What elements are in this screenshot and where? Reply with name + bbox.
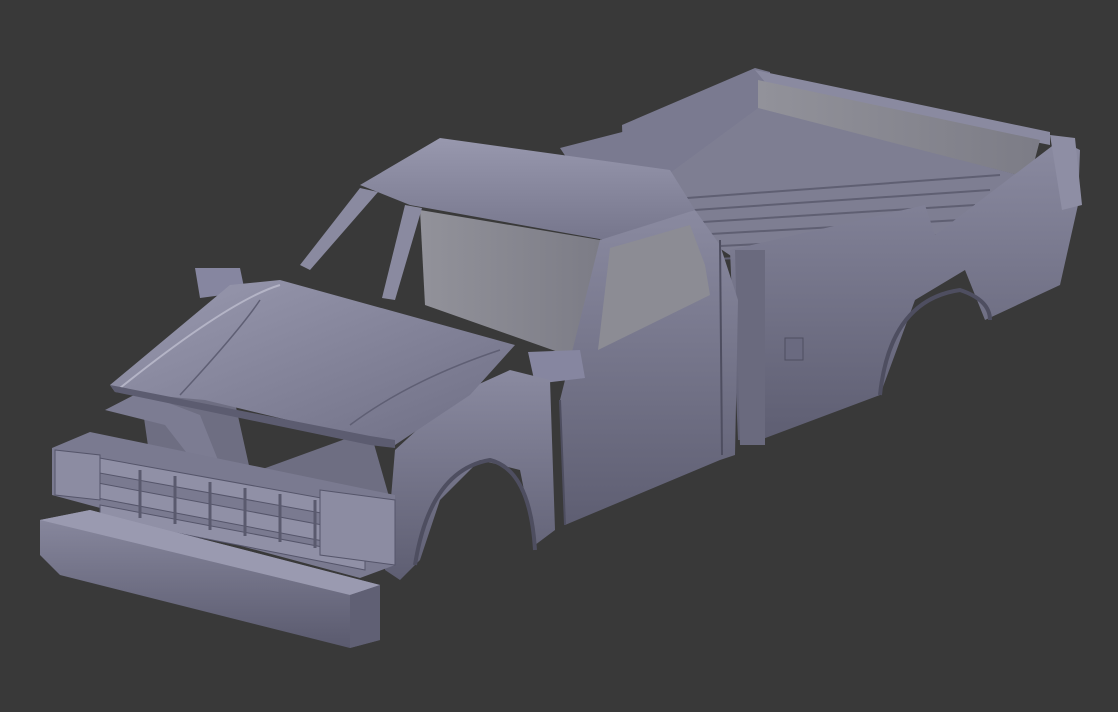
a-pillar-left xyxy=(300,188,378,270)
3d-viewport[interactable] xyxy=(0,0,1118,712)
headlight-left xyxy=(54,449,101,501)
truck-model-render[interactable] xyxy=(0,0,1118,712)
fuel-door xyxy=(784,337,804,361)
headlight-right xyxy=(319,489,396,566)
bed-cab-gap xyxy=(735,250,765,445)
bumper-end xyxy=(350,585,380,648)
a-pillar-right xyxy=(382,205,422,300)
